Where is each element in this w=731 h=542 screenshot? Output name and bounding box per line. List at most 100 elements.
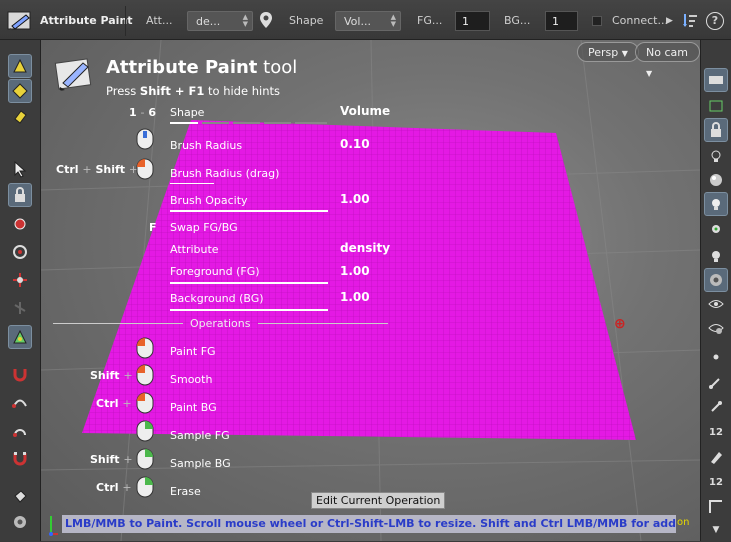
swap-fgbg-label: Swap FG/BG xyxy=(170,221,238,234)
lock-camera-icon[interactable] xyxy=(704,118,728,142)
vector-display-icon[interactable] xyxy=(704,395,728,419)
handle-tool-icon[interactable] xyxy=(8,296,32,320)
visibility-eye-icon[interactable] xyxy=(704,292,728,316)
shape-dropdown[interactable]: Vol... ▲ ▼ xyxy=(335,11,401,31)
chevron-down-icon: ▼ xyxy=(621,49,628,58)
op-sample-bg: Sample BG xyxy=(170,457,231,470)
overflow-arrow-icon[interactable]: ▶ xyxy=(666,11,673,31)
point-display-icon[interactable] xyxy=(704,345,728,369)
lasso-tool-icon[interactable] xyxy=(8,418,32,442)
key-shift: Shift xyxy=(90,453,120,466)
op-erase: Erase xyxy=(170,485,201,498)
hud-title-bold: Attribute Paint xyxy=(106,57,258,78)
prim-number-icon[interactable]: 12 xyxy=(704,470,728,494)
hud-hint-line: Press Shift + F1 to hide hints xyxy=(106,84,280,98)
scroll-down-icon[interactable]: ▼ xyxy=(704,518,728,542)
attribute-dropdown[interactable]: de... ▲ ▼ xyxy=(187,11,253,31)
shaded-sphere-icon[interactable] xyxy=(704,168,728,192)
shape-slot xyxy=(202,122,229,124)
sample-bg-hotkey: Shift + xyxy=(90,453,133,466)
pose-tool-icon[interactable] xyxy=(8,325,32,349)
camera-label: No cam xyxy=(646,46,688,59)
key-shift: Shift xyxy=(95,163,126,176)
key-shift: Shift xyxy=(90,369,120,382)
shape-dropdown-value: Vol... xyxy=(344,15,371,28)
magnet-alt-icon[interactable] xyxy=(8,446,32,470)
foreground-label: Foreground (FG) xyxy=(170,265,260,278)
scene-viewport[interactable]: ⊕ Persp ▼ No cam ▼ Attribute Paint tool … xyxy=(41,40,700,541)
hint-pre: Press xyxy=(106,84,140,98)
separator xyxy=(125,6,126,36)
shape-slot xyxy=(233,122,260,124)
mouse-middle-green-icon xyxy=(133,447,157,471)
paint-bucket-icon[interactable] xyxy=(8,485,32,509)
diamond-select-icon[interactable] xyxy=(8,79,32,103)
status-hint-overflow: on xyxy=(677,517,690,528)
location-pin-icon[interactable] xyxy=(259,10,273,30)
lock-icon[interactable] xyxy=(8,183,32,207)
op-sample-fg: Sample FG xyxy=(170,429,230,442)
foreground-value: 1.00 xyxy=(340,264,370,278)
eraser-tool-icon[interactable] xyxy=(8,104,32,128)
key-ctrl: Ctrl xyxy=(56,163,79,176)
mouse-left-orange-icon xyxy=(133,336,157,360)
operations-heading: Operations xyxy=(190,317,251,330)
brush-radius-label: Brush Radius xyxy=(170,139,243,152)
light-bulb-on-icon[interactable] xyxy=(704,192,728,216)
op-paint-fg: Paint FG xyxy=(170,345,216,358)
radius-drag-underline xyxy=(170,183,214,184)
key-ctrl: Ctrl xyxy=(96,397,119,410)
bg-value-field[interactable]: 1 xyxy=(545,11,578,31)
scale-tool-icon[interactable] xyxy=(8,268,32,292)
magnet-tool-icon[interactable] xyxy=(8,362,32,386)
sort-options-icon[interactable] xyxy=(683,12,699,32)
left-toolbar xyxy=(0,40,41,541)
help-button[interactable]: ? xyxy=(706,12,724,30)
shape-label: Shape xyxy=(289,14,324,27)
rotate-tool-icon[interactable] xyxy=(8,240,32,264)
camera-menu-button[interactable]: No cam ▼ xyxy=(635,42,700,78)
radius-drag-hotkey: Ctrl + Shift + xyxy=(56,163,138,176)
erase-hotkey: Ctrl + xyxy=(96,481,132,494)
fg-underline xyxy=(170,282,328,284)
key-plus: + xyxy=(123,453,133,466)
mouse-left-orange-icon xyxy=(133,157,157,181)
gear-icon[interactable] xyxy=(8,510,32,534)
smooth-hotkey: Shift + xyxy=(90,369,133,382)
shape-key-a: 1 xyxy=(129,106,137,119)
origin-handle-icon[interactable]: ⊕ xyxy=(614,316,626,332)
attribute-label: Att... xyxy=(146,14,173,27)
shape-slot xyxy=(295,122,327,124)
axis-gizmo-icon xyxy=(49,510,59,536)
normal-display-icon[interactable] xyxy=(704,370,728,394)
ghost-display-icon[interactable] xyxy=(704,94,728,118)
paint-brush-yellow-icon[interactable] xyxy=(8,54,32,78)
mouse-left-orange-icon xyxy=(133,363,157,387)
operations-rule-left xyxy=(53,323,183,324)
persp-menu-button[interactable]: Persp ▼ xyxy=(577,42,639,62)
bg-label: BG... xyxy=(504,14,531,27)
construction-plane-icon[interactable] xyxy=(704,495,728,519)
key-plus: + xyxy=(122,397,132,410)
light-settings-icon[interactable] xyxy=(704,244,728,268)
connect-checkbox[interactable] xyxy=(592,16,602,26)
shape-underline xyxy=(170,122,198,124)
select-arrow-icon[interactable] xyxy=(8,157,32,181)
light-bulb-off-icon[interactable] xyxy=(704,144,728,168)
fg-value-field[interactable]: 1 xyxy=(455,11,490,31)
curve-tool-icon[interactable] xyxy=(8,390,32,414)
display-options-icon[interactable] xyxy=(704,68,728,92)
hud-tool-icon xyxy=(53,55,97,98)
move-tool-icon[interactable] xyxy=(8,212,32,236)
connect-label: Connect... xyxy=(612,14,668,27)
camera-gear-icon[interactable] xyxy=(704,268,728,292)
updown-icon: ▲ ▼ xyxy=(242,13,248,28)
key-plus: + xyxy=(122,481,132,494)
background-label: Background (BG) xyxy=(170,292,264,305)
visibility-gear-icon[interactable] xyxy=(704,316,728,340)
mouse-left-orange-icon xyxy=(133,391,157,415)
paint-brush-icon[interactable] xyxy=(704,445,728,469)
brush-radius-drag-label: Brush Radius (drag) xyxy=(170,167,280,180)
point-number-icon[interactable]: 12 xyxy=(704,420,728,444)
light-bulb-green-icon[interactable] xyxy=(704,218,728,242)
